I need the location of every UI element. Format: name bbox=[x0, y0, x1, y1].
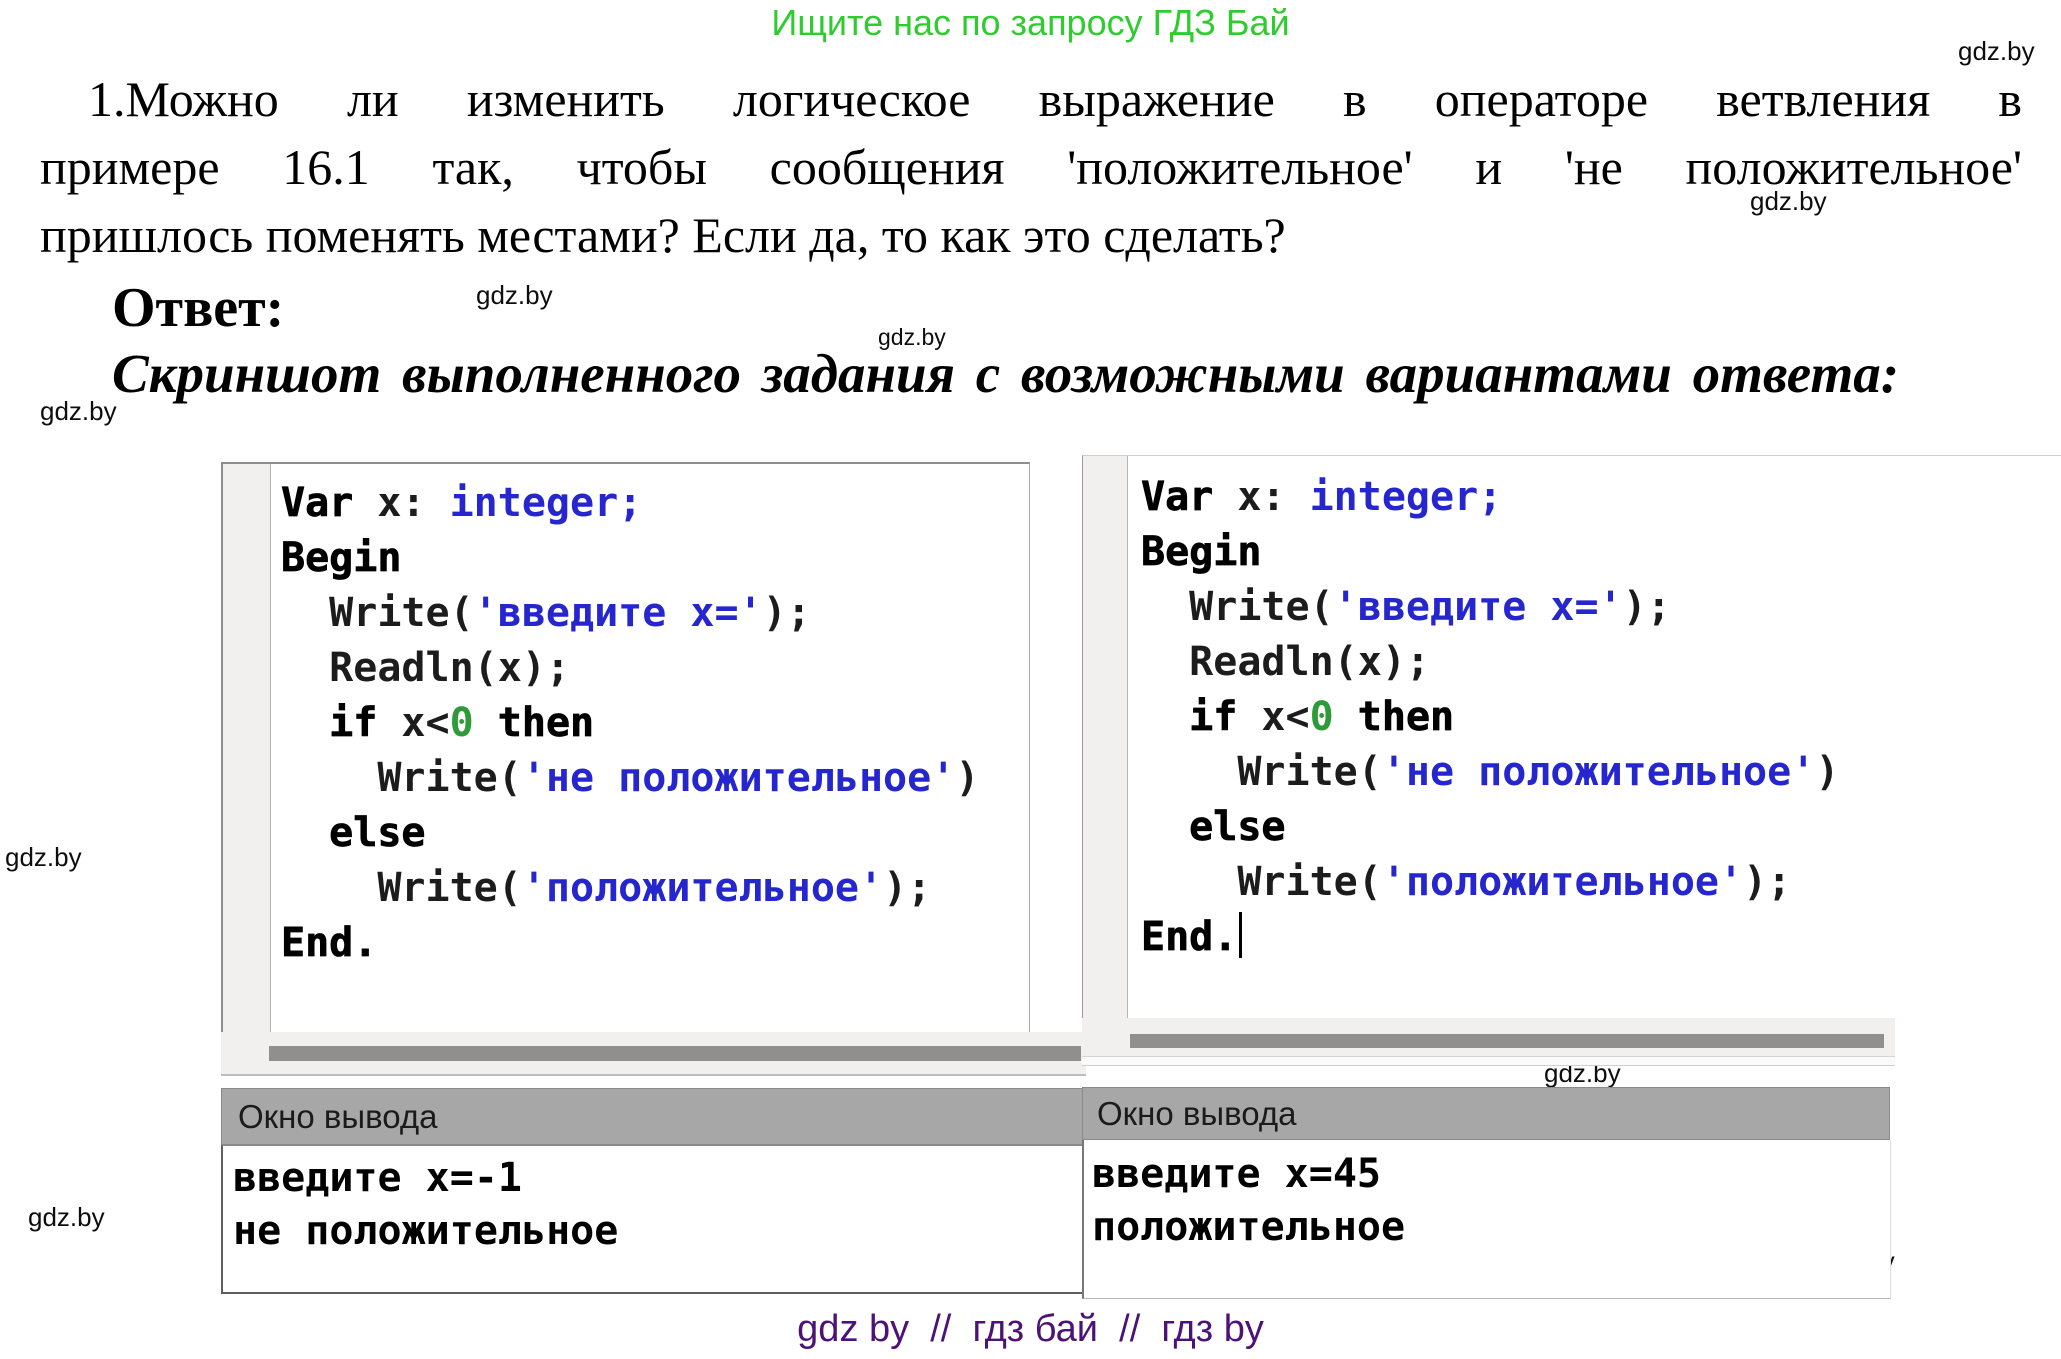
question-line-2: примере 16.1 так, чтобы сообщения 'полож… bbox=[40, 138, 2022, 196]
gdz-watermark: gdz.by bbox=[28, 1202, 105, 1233]
output-window-right: Окно вывода введите x=45положительное bbox=[1082, 1087, 1890, 1297]
hscrollbar-thumb[interactable] bbox=[1130, 1034, 1884, 1048]
code-line: Readln(x); bbox=[281, 641, 979, 696]
gdz-watermark: gdz.by bbox=[40, 396, 117, 427]
gdz-watermark: gdz.by bbox=[1958, 36, 2035, 67]
output-area: введите x=-1не положительное bbox=[221, 1145, 1090, 1294]
code-line: if x<0 then bbox=[281, 696, 979, 751]
editor-gutter bbox=[223, 464, 271, 1034]
code-line: Var x: integer; bbox=[281, 476, 979, 531]
gdz-watermark: gdz.by bbox=[1750, 186, 1827, 217]
panel-separator bbox=[1082, 1056, 1895, 1066]
code-line: Write('введите x='); bbox=[281, 586, 979, 641]
footer-site-names: gdz by // гдз бай // гдз by bbox=[0, 1308, 2061, 1351]
code-area[interactable]: Var x: integer;Begin Write('введите x=')… bbox=[221, 462, 1030, 1034]
code-line: Var x: integer; bbox=[1141, 470, 1839, 525]
answer-subtitle: Скриншот выполненного задания с возможны… bbox=[112, 342, 1899, 405]
code-area[interactable]: Var x: integer;Begin Write('введите x=')… bbox=[1082, 455, 2061, 1019]
hscrollbar-thumb[interactable] bbox=[269, 1046, 1081, 1061]
output-area: введите x=45положительное bbox=[1082, 1140, 1891, 1299]
code-line: if x<0 then bbox=[1141, 690, 1839, 745]
code-line: Begin bbox=[281, 531, 979, 586]
question-line-1: 1.Можно ли изменить логическое выражение… bbox=[88, 70, 2022, 128]
output-line: положительное bbox=[1092, 1201, 1890, 1254]
hscrollbar-track[interactable] bbox=[1082, 1018, 1895, 1056]
answer-label: Ответ: bbox=[112, 276, 284, 340]
code-line: Write('положительное'); bbox=[1141, 855, 1839, 910]
code-line: Write('не положительное') bbox=[1141, 745, 1839, 800]
code-line: End. bbox=[281, 916, 979, 971]
code-line: Begin bbox=[1141, 525, 1839, 580]
output-line: введите x=-1 bbox=[233, 1152, 1088, 1205]
code-line: Write('положительное'); bbox=[281, 861, 979, 916]
gdz-watermark: gdz.by bbox=[878, 324, 946, 351]
site-search-hint: Ищите нас по запросу ГДЗ Бай bbox=[0, 2, 2061, 44]
output-titlebar: Окно вывода bbox=[1082, 1087, 1890, 1140]
code-lines: Var x: integer;Begin Write('введите x=')… bbox=[281, 476, 979, 971]
code-line: End. bbox=[1141, 910, 1839, 965]
output-title: Окно вывода bbox=[238, 1098, 438, 1136]
question-line-3: пришлось поменять местами? Если да, то к… bbox=[40, 206, 1286, 264]
output-window-left: Окно вывода введите x=-1не положительное bbox=[221, 1088, 1086, 1288]
code-lines: Var x: integer;Begin Write('введите x=')… bbox=[1141, 470, 1839, 965]
output-line: введите x=45 bbox=[1092, 1148, 1890, 1201]
code-line: Write('введите x='); bbox=[1141, 580, 1839, 635]
code-line: else bbox=[1141, 800, 1839, 855]
output-title: Окно вывода bbox=[1097, 1095, 1297, 1133]
code-line: Readln(x); bbox=[1141, 635, 1839, 690]
gdz-watermark: gdz.by bbox=[476, 280, 553, 311]
hscrollbar-track[interactable] bbox=[221, 1032, 1086, 1076]
pascal-editor-right: Var x: integer;Begin Write('введите x=')… bbox=[1082, 455, 2061, 1056]
code-line: else bbox=[281, 806, 979, 861]
editor-gutter bbox=[1083, 456, 1128, 1019]
code-line: Write('не положительное') bbox=[281, 751, 979, 806]
output-line: не положительное bbox=[233, 1205, 1088, 1258]
gdz-watermark: gdz.by bbox=[5, 842, 82, 873]
output-titlebar: Окно вывода bbox=[221, 1088, 1086, 1145]
pascal-editor-left: Var x: integer;Begin Write('введите x=')… bbox=[221, 462, 1086, 1074]
